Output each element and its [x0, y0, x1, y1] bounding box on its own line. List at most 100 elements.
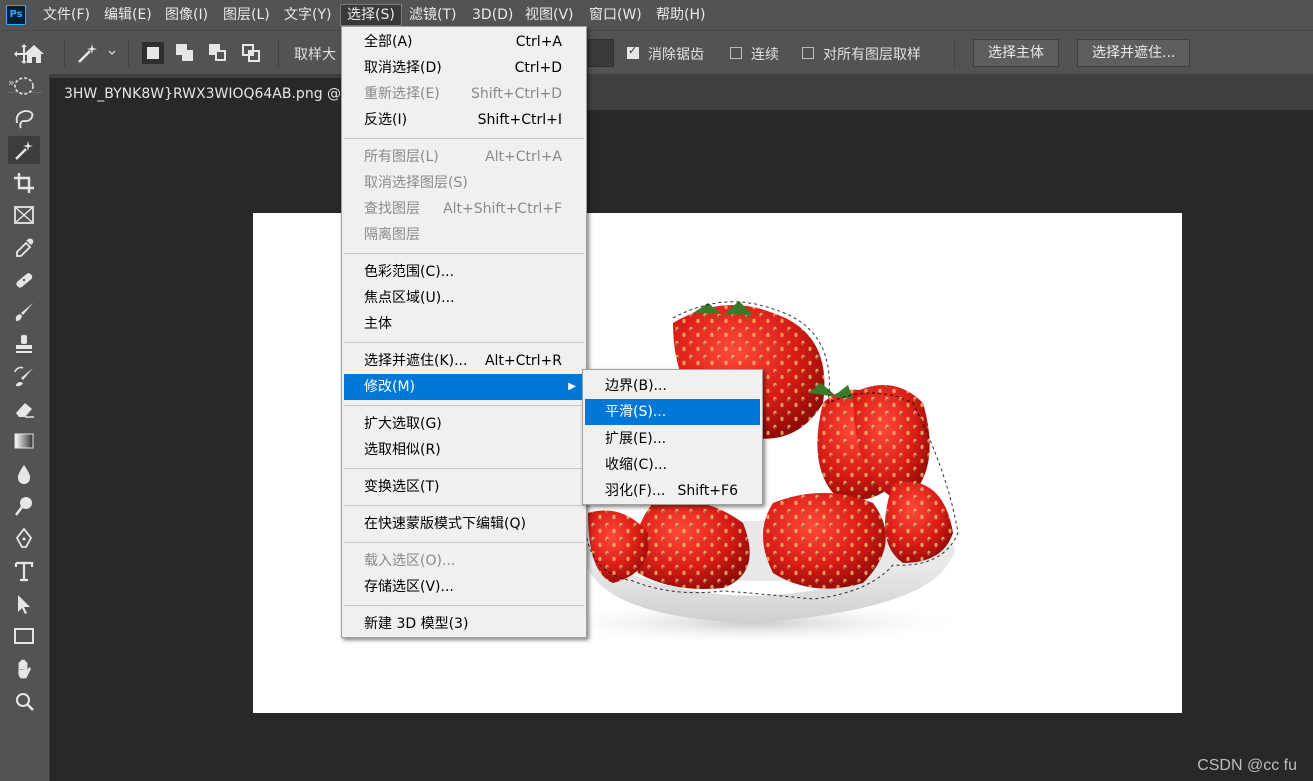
menu-separator: [344, 505, 584, 506]
sample-all-layers-checkbox[interactable]: [802, 47, 814, 59]
menu-item-shortcut: Ctrl+D: [514, 60, 562, 76]
crop-tool-icon[interactable]: [8, 169, 40, 197]
menu-separator: [344, 405, 584, 406]
menu-item-label: 载入选区(O)...: [364, 553, 456, 569]
modify-submenu-item[interactable]: 羽化(F)... Shift+F6: [585, 478, 760, 504]
watermark: CSDN @cc fu: [1197, 757, 1297, 774]
select-menu-item[interactable]: 选择并遮住(K)... Alt+Ctrl+R: [344, 348, 584, 374]
select-subject-button[interactable]: 选择主体: [973, 39, 1059, 67]
menu-item-label: 羽化(F)...: [605, 483, 666, 500]
move-tool-icon[interactable]: [8, 40, 40, 68]
menu-item[interactable]: 视图(V): [519, 4, 580, 26]
modify-submenu: 边界(B)... 平滑(S)... 扩展(E)... 收缩(C)... 羽化(F)...…: [582, 369, 763, 505]
history-brush-tool-icon[interactable]: [8, 363, 40, 391]
tools-panel: »: [0, 44, 50, 781]
eyedropper-tool-icon[interactable]: [8, 233, 40, 261]
menu-item-label: 收缩(C)...: [605, 456, 668, 473]
type-tool-icon[interactable]: [8, 557, 40, 585]
select-menu-item[interactable]: 新建 3D 模型(3): [344, 611, 584, 637]
menu-item-shortcut: Shift+F6: [677, 483, 738, 500]
select-and-mask-button[interactable]: 选择并遮住...: [1077, 39, 1191, 67]
select-menu-item[interactable]: 存储选区(V)...: [344, 574, 584, 600]
tolerance-input[interactable]: [588, 39, 614, 67]
select-menu-item[interactable]: 在快速蒙版模式下编辑(Q): [344, 511, 584, 537]
menu-item[interactable]: 文件(F): [37, 4, 96, 26]
menu-item[interactable]: 选择(S): [340, 4, 402, 26]
menu-item-label: 所有图层(L): [364, 149, 439, 165]
document-tab-bar: 3HW_BYNK8W}RWX3WIOQ64AB.png @ 1: [50, 74, 1313, 110]
select-menu-item[interactable]: 变换选区(T): [344, 474, 584, 500]
menu-item-shortcut: Shift+Ctrl+I: [477, 112, 562, 128]
menu-item-label: 选择并遮住(K)...: [364, 353, 468, 369]
menu-item[interactable]: 图层(L): [217, 4, 276, 26]
select-menu-item[interactable]: 全部(A) Ctrl+A: [344, 29, 584, 55]
menu-item[interactable]: 3D(D): [466, 4, 519, 26]
blur-tool-icon[interactable]: [8, 460, 40, 488]
magic-wand-tool-icon[interactable]: [8, 136, 40, 164]
path-selection-tool-icon[interactable]: [8, 590, 40, 618]
eraser-tool-icon[interactable]: [8, 395, 40, 423]
menu-separator: [344, 542, 584, 543]
hand-tool-icon[interactable]: [8, 655, 40, 683]
modify-submenu-item[interactable]: 收缩(C)...: [585, 452, 760, 478]
select-menu-item: 所有图层(L) Alt+Ctrl+A: [344, 144, 584, 170]
subtract-from-selection-mode-button[interactable]: [207, 42, 229, 64]
gradient-tool-icon[interactable]: [8, 427, 40, 455]
magic-wand-preset-icon[interactable]: [76, 41, 116, 69]
menu-item-label: 在快速蒙版模式下编辑(Q): [364, 516, 526, 532]
new-selection-mode-button[interactable]: [142, 42, 164, 64]
divider: [128, 39, 129, 67]
frame-tool-icon[interactable]: [8, 201, 40, 229]
menu-item-label: 隔离图层: [364, 227, 420, 243]
elliptical-marquee-tool-icon[interactable]: [8, 72, 40, 100]
select-menu-dropdown: 全部(A) Ctrl+A 取消选择(D) Ctrl+D 重新选择(E) Shift+Ctr…: [341, 26, 587, 638]
zoom-tool-icon[interactable]: [8, 688, 40, 716]
rectangle-tool-icon[interactable]: [8, 622, 40, 650]
antialias-checkbox[interactable]: [627, 44, 639, 59]
menu-item[interactable]: 文字(Y): [278, 4, 337, 26]
menu-separator: [344, 468, 584, 469]
document-tab[interactable]: 3HW_BYNK8W}RWX3WIOQ64AB.png @ 1: [50, 78, 369, 110]
modify-submenu-item[interactable]: 扩展(E)...: [585, 426, 760, 452]
menu-item[interactable]: 图像(I): [159, 4, 214, 26]
menu-item-shortcut: Alt+Ctrl+R: [484, 353, 562, 369]
menu-item-label: 修改(M): [364, 379, 416, 395]
select-menu-item[interactable]: 主体: [344, 311, 584, 337]
select-menu-item[interactable]: 修改(M) ▶: [344, 374, 584, 400]
menu-item-label: 扩展(E)...: [605, 430, 667, 447]
menu-item-shortcut: Ctrl+A: [515, 34, 562, 50]
menu-bar: Ps 文件(F) 编辑(E) 图像(I) 图层(L) 文字(Y) 选择(S) 滤镜(T) 3D…: [0, 0, 1313, 30]
modify-submenu-item[interactable]: 平滑(S)...: [585, 399, 760, 426]
divider: [64, 39, 65, 67]
add-to-selection-mode-button[interactable]: [174, 42, 196, 64]
menu-item-label: 色彩范围(C)...: [364, 264, 455, 280]
menu-item-label: 主体: [364, 316, 392, 332]
dodge-tool-icon[interactable]: [8, 492, 40, 520]
menu-item[interactable]: 滤镜(T): [403, 4, 462, 26]
menu-item[interactable]: 帮助(H): [650, 4, 711, 26]
select-menu-item: 查找图层 Alt+Shift+Ctrl+F: [344, 196, 584, 222]
pen-tool-icon[interactable]: [8, 524, 40, 552]
select-menu-item: 载入选区(O)...: [344, 548, 584, 574]
contiguous-checkbox[interactable]: [730, 47, 742, 59]
select-menu-item[interactable]: 扩大选取(G): [344, 411, 584, 437]
healing-brush-tool-icon[interactable]: [8, 266, 40, 294]
select-menu-item[interactable]: 选取相似(R): [344, 437, 584, 463]
intersect-selection-mode-button[interactable]: [240, 42, 262, 64]
menu-item-label: 变换选区(T): [364, 479, 440, 495]
modify-submenu-item[interactable]: 边界(B)...: [585, 373, 760, 399]
clone-stamp-tool-icon[interactable]: [8, 330, 40, 358]
select-menu-item[interactable]: 取消选择(D) Ctrl+D: [344, 55, 584, 81]
select-menu-item[interactable]: 色彩范围(C)...: [344, 259, 584, 285]
menu-item-label: 平滑(S)...: [605, 404, 667, 421]
menu-item[interactable]: 编辑(E): [98, 4, 158, 26]
brush-tool-icon[interactable]: [8, 298, 40, 326]
menu-item-label: 全部(A): [364, 34, 413, 50]
menu-item-label: 重新选择(E): [364, 86, 440, 102]
select-menu-item[interactable]: 反选(I) Shift+Ctrl+I: [344, 107, 584, 133]
divider: [954, 39, 955, 67]
menu-item[interactable]: 窗口(W): [583, 4, 648, 26]
menu-separator: [344, 138, 584, 139]
lasso-tool-icon[interactable]: [8, 104, 40, 132]
select-menu-item[interactable]: 焦点区域(U)...: [344, 285, 584, 311]
